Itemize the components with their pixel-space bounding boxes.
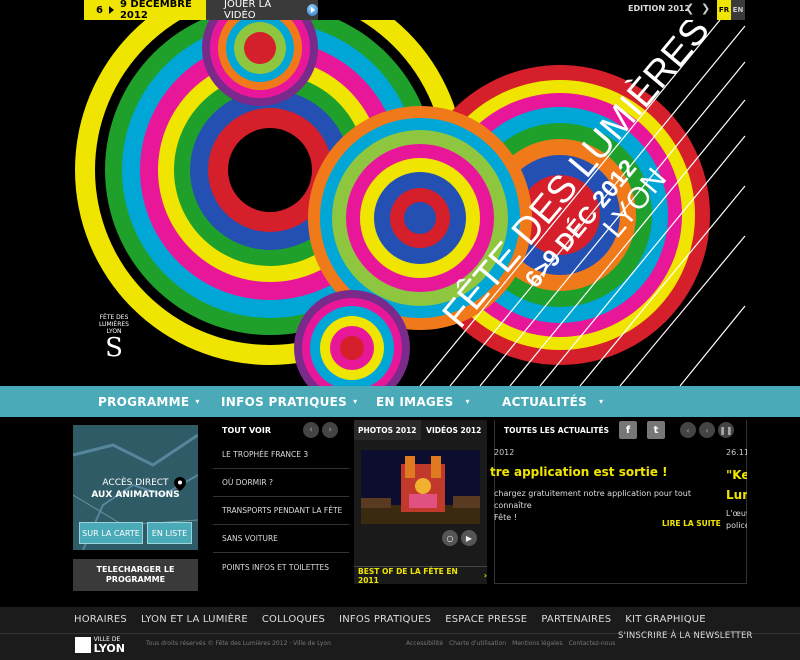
- direct-access-line1: ACCÈS DIRECT: [102, 478, 169, 488]
- previous-icon[interactable]: ‹: [680, 422, 696, 438]
- list-item[interactable]: OÙ DORMIR ?: [213, 469, 349, 497]
- festival-logo-text: FÊTE DES LUMIÈRES LYON: [99, 314, 129, 335]
- newsletter-link[interactable]: S'INSCRIRE À LA NEWSLETTER: [618, 631, 753, 641]
- previous-icon[interactable]: ‹: [303, 422, 319, 438]
- cathedral-photo[interactable]: [361, 450, 480, 524]
- festival-dates: 6 9 DÉCEMBRE 2012: [84, 0, 206, 21]
- legal-link[interactable]: Mentions légales: [512, 640, 563, 647]
- footer-link[interactable]: INFOS PRATIQUES: [339, 614, 431, 625]
- nav-actualites[interactable]: ACTUALITÉS ▾: [502, 386, 603, 417]
- next-edition-icon[interactable]: ❯: [701, 3, 710, 15]
- tab-videos[interactable]: VIDÉOS 2012: [421, 420, 488, 440]
- footer-link[interactable]: KIT GRAPHIQUE: [625, 614, 706, 625]
- practical-info-list: TOUT VOIR LE TROPHÉE FRANCE 3 OÙ DORMIR …: [213, 420, 349, 581]
- footer-links: HORAIRES LYON ET LA LUMIÈRE COLLOQUES IN…: [74, 614, 706, 625]
- tab-photos[interactable]: PHOTOS 2012: [354, 420, 421, 440]
- play-icon: [306, 4, 318, 16]
- news-title[interactable]: tre application est sortie !: [490, 465, 668, 479]
- news-clip-mask: [747, 440, 800, 590]
- play-video-button[interactable]: JOUER LA VIDÉO: [206, 0, 318, 21]
- footer-link[interactable]: PARTENAIRES: [541, 614, 611, 625]
- chevron-down-icon: ▾: [465, 397, 470, 406]
- map-pin-icon: [174, 477, 186, 491]
- legal-link[interactable]: Contactez-nous: [569, 640, 616, 647]
- next-icon[interactable]: ›: [322, 422, 338, 438]
- nav-infos-pratiques-label: INFOS PRATIQUES: [221, 394, 348, 409]
- best-of-link[interactable]: BEST OF DE LA FÊTE EN 2011 ›: [354, 566, 487, 585]
- nav-programme[interactable]: PROGRAMME ▾: [98, 386, 200, 417]
- media-panel: PHOTOS 2012 VIDÉOS 2012 ○ ▶: [354, 420, 487, 584]
- list-view-button[interactable]: EN LISTE: [147, 522, 192, 544]
- footer-link[interactable]: ESPACE PRESSE: [445, 614, 527, 625]
- previous-edition-icon[interactable]: ❮: [685, 3, 694, 15]
- footer-link[interactable]: LYON ET LA LUMIÈRE: [141, 614, 248, 625]
- download-line2: PROGRAMME: [105, 575, 166, 584]
- legal-link[interactable]: Charte d'utilisation: [449, 640, 506, 647]
- news-date: 2012: [494, 448, 515, 457]
- lang-en-button[interactable]: EN: [731, 0, 745, 20]
- date-from: 6: [96, 4, 103, 16]
- facebook-icon[interactable]: f: [619, 421, 637, 439]
- lyon-label: LYON: [93, 642, 125, 655]
- nav-infos-pratiques[interactable]: INFOS PRATIQUES ▾: [221, 386, 357, 417]
- pause-icon[interactable]: ❚❚: [718, 422, 734, 438]
- footer-link[interactable]: COLLOQUES: [262, 614, 325, 625]
- main-nav: PROGRAMME ▾ INFOS PRATIQUES ▾ EN IMAGES ▾ A…: [0, 386, 800, 417]
- news-pager: ‹ › ❚❚: [680, 422, 734, 438]
- lang-fr-button[interactable]: FR: [717, 0, 731, 20]
- copyright: Tous droits réservés © Fête des Lumières…: [146, 640, 331, 647]
- social-links: f t: [619, 421, 665, 439]
- nav-en-images-label: EN IMAGES: [376, 394, 454, 409]
- map-view-button[interactable]: SUR LA CARTE: [79, 522, 143, 544]
- ville-de-lyon-text: VILLE DE LYON: [94, 636, 125, 654]
- nav-actualites-label: ACTUALITÉS: [502, 394, 588, 409]
- list-item[interactable]: LE TROPHÉE FRANCE 3: [213, 440, 349, 469]
- legal-links: Accessibilité Charte d'utilisation Menti…: [406, 640, 615, 647]
- ville-de-lyon-logo[interactable]: VILLE DE LYON: [75, 634, 125, 656]
- date-to: 9 DÉCEMBRE 2012: [119, 0, 192, 21]
- footer: HORAIRES LYON ET LA LUMIÈRE COLLOQUES IN…: [0, 607, 800, 660]
- play-video-label: JOUER LA VIDÉO: [224, 0, 272, 21]
- top-bar: 6 9 DÉCEMBRE 2012 JOUER LA VIDÉO EDITION…: [0, 0, 800, 21]
- hero-banner: FÊTE DES LUMIÈRES 6>9 DÉC 2012 LYON FÊTE…: [0, 20, 800, 386]
- lion-icon: [75, 637, 91, 653]
- media-tabs: PHOTOS 2012 VIDÉOS 2012: [354, 420, 487, 440]
- news-excerpt-line1: chargez gratuitement notre application p…: [494, 489, 691, 510]
- download-line1: TELECHARGER LE: [96, 565, 175, 574]
- footer-link[interactable]: HORAIRES: [74, 614, 127, 625]
- best-of-label: BEST OF DE LA FÊTE EN 2011: [358, 566, 458, 585]
- festival-logo-mark: S: [105, 333, 123, 363]
- nav-en-images[interactable]: EN IMAGES ▾: [376, 386, 470, 417]
- next-icon[interactable]: ›: [699, 422, 715, 438]
- festival-logo[interactable]: FÊTE DES LUMIÈRES LYON S: [96, 314, 132, 374]
- read-more-link[interactable]: LIRE LA SUITE: [662, 519, 721, 528]
- chevron-right-icon: [108, 6, 114, 14]
- list-item[interactable]: POINTS INFOS ET TOILETTES: [213, 553, 349, 581]
- edition-label: EDITION 2012: [628, 4, 691, 13]
- language-switcher: FR EN: [717, 0, 745, 20]
- twitter-icon[interactable]: t: [647, 421, 665, 439]
- play-icon[interactable]: ▶: [461, 530, 477, 546]
- chevron-right-icon: ›: [483, 571, 487, 580]
- list-item[interactable]: SANS VOITURE: [213, 525, 349, 553]
- edition-switcher: ❮ ❯: [685, 3, 710, 15]
- media-controls: ○ ▶: [442, 530, 477, 546]
- chevron-down-icon: ▾: [599, 397, 604, 406]
- zoom-icon[interactable]: ○: [442, 530, 458, 546]
- download-programme-button[interactable]: TELECHARGER LE PROGRAMME: [73, 559, 198, 591]
- nav-programme-label: PROGRAMME: [98, 394, 190, 409]
- list-item[interactable]: TRANSPORTS PENDANT LA FÊTE: [213, 497, 349, 525]
- list-pager: ‹ ›: [303, 422, 338, 438]
- chevron-down-icon: ▾: [353, 397, 358, 406]
- chevron-down-icon: ▾: [195, 397, 200, 406]
- legal-link[interactable]: Accessibilité: [406, 640, 443, 647]
